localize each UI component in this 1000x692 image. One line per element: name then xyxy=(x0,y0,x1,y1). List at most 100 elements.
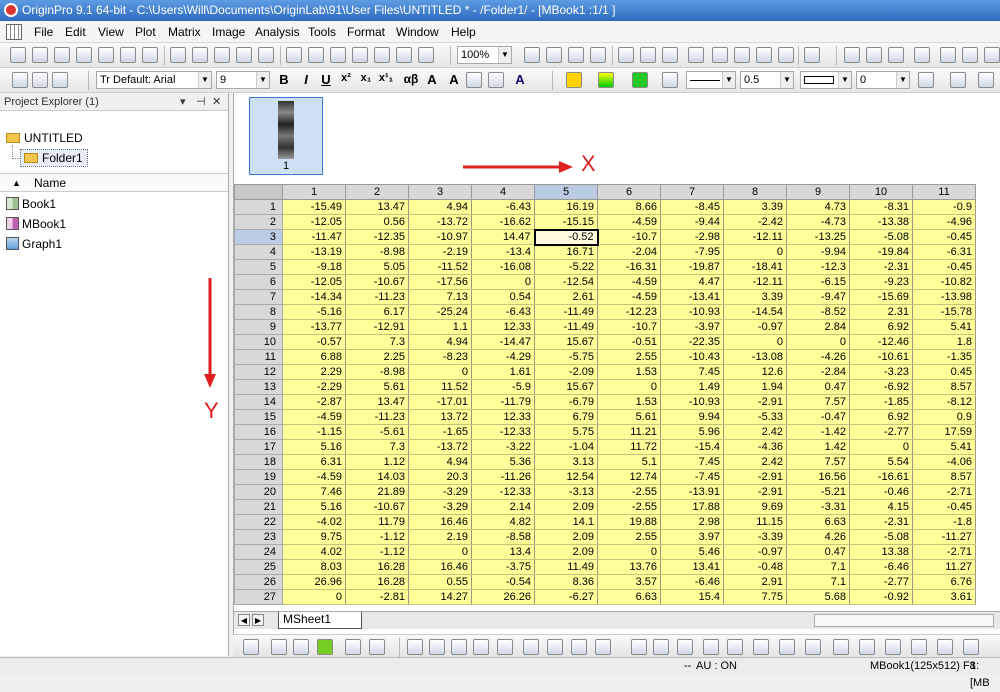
matrix-cell[interactable]: 0 xyxy=(471,274,535,290)
matrix-cell[interactable]: -3.39 xyxy=(723,529,787,545)
import-single-ascii-icon[interactable] xyxy=(286,47,302,63)
paste-icon[interactable] xyxy=(52,72,68,88)
matrix-cell[interactable]: -6.46 xyxy=(849,559,913,575)
matrix-cell[interactable]: -4.02 xyxy=(282,514,346,530)
matrix-cell[interactable]: 3.97 xyxy=(660,529,724,545)
matrix-cell[interactable]: -13.77 xyxy=(282,319,346,335)
matrix-cell[interactable]: -11.23 xyxy=(345,289,409,305)
matrix-cell[interactable]: -6.31 xyxy=(912,244,976,260)
matrix-cell[interactable]: -17.56 xyxy=(408,274,472,290)
menu-matrix[interactable]: Matrix xyxy=(168,25,201,39)
row-header[interactable]: 22 xyxy=(234,514,283,530)
matrix-cell[interactable]: 8.36 xyxy=(534,574,598,590)
menu-window[interactable]: Window xyxy=(396,25,439,39)
matrix-cell[interactable]: 0 xyxy=(849,439,913,455)
matrix-cell[interactable]: -2.09 xyxy=(534,364,598,380)
scatter-plot-icon[interactable] xyxy=(429,639,445,655)
matrix-cell[interactable]: -0.46 xyxy=(849,484,913,500)
matrix-cell[interactable]: -10.97 xyxy=(408,229,472,245)
row-header[interactable]: 20 xyxy=(234,484,283,500)
matrix-cell[interactable]: 2.84 xyxy=(786,319,850,335)
matrix-cell[interactable]: 15.67 xyxy=(534,334,598,350)
matrix-cell[interactable]: -4.36 xyxy=(723,439,787,455)
matrix-cell[interactable]: -2.29 xyxy=(282,379,346,395)
matrix-cell[interactable]: 1.49 xyxy=(660,379,724,395)
matrix-cell[interactable]: -6.15 xyxy=(786,274,850,290)
image-profile-icon[interactable] xyxy=(937,639,953,655)
matrix-cell[interactable]: 16.46 xyxy=(408,559,472,575)
matrix-cell[interactable]: -0.52 xyxy=(533,228,599,246)
matrix-cell[interactable]: 0.45 xyxy=(912,364,976,380)
matrix-cell[interactable]: 11.15 xyxy=(723,514,787,530)
matrix-cell[interactable]: -12.23 xyxy=(597,304,661,320)
matrix-cell[interactable]: -1.85 xyxy=(849,394,913,410)
line-plot-icon[interactable] xyxy=(407,639,423,655)
matrix-cell[interactable]: -2.42 xyxy=(723,214,787,230)
matrix-cell[interactable]: 13.4 xyxy=(471,544,535,560)
digitizer-icon[interactable] xyxy=(418,47,434,63)
border-style-combo[interactable]: ▼ xyxy=(800,71,852,89)
column-header-3[interactable]: 3 xyxy=(408,184,472,200)
matrix-cell[interactable]: 9.94 xyxy=(660,409,724,425)
matrix-cell[interactable]: 4.94 xyxy=(408,454,472,470)
matrix-cell[interactable]: -4.06 xyxy=(912,454,976,470)
matrix-cell[interactable]: 5.16 xyxy=(282,439,346,455)
row-header[interactable]: 23 xyxy=(234,529,283,545)
matrix-cell[interactable]: 2.42 xyxy=(723,424,787,440)
matrix-cell[interactable]: -5.61 xyxy=(345,424,409,440)
xyz-contour-icon[interactable] xyxy=(885,639,901,655)
matrix-cell[interactable]: -11.79 xyxy=(471,394,535,410)
matrix-cell[interactable]: -9.23 xyxy=(849,274,913,290)
matrix-cell[interactable]: 8.66 xyxy=(597,199,661,215)
matrix-cell[interactable]: -0.45 xyxy=(912,259,976,275)
menu-tools[interactable]: Tools xyxy=(308,25,336,39)
matrix-cell[interactable]: 2.09 xyxy=(534,529,598,545)
vector-plot-icon[interactable] xyxy=(911,639,927,655)
matrix-cell[interactable]: 1.94 xyxy=(723,379,787,395)
matrix-cell[interactable]: -6.92 xyxy=(849,379,913,395)
matrix-cell[interactable]: -9.18 xyxy=(282,259,346,275)
matrix-cell[interactable]: 3.39 xyxy=(723,199,787,215)
matrix-cell[interactable]: -0.47 xyxy=(786,409,850,425)
matrix-cell[interactable]: 2.42 xyxy=(723,454,787,470)
matrix-cell[interactable]: -0.54 xyxy=(471,574,535,590)
matrix-cell[interactable]: -13.25 xyxy=(786,229,850,245)
matrix-cell[interactable]: 16.46 xyxy=(408,514,472,530)
matrix-cell[interactable]: -6.43 xyxy=(471,304,535,320)
matrix-cell[interactable]: 1.42 xyxy=(786,439,850,455)
matrix-cell[interactable]: 13.47 xyxy=(345,199,409,215)
matrix-cell[interactable]: -12.54 xyxy=(534,274,598,290)
matrix-cell[interactable]: -8.12 xyxy=(912,394,976,410)
matrix-cell[interactable]: -8.98 xyxy=(345,244,409,260)
matrix-cell[interactable]: 4.82 xyxy=(471,514,535,530)
message-log-icon[interactable] xyxy=(734,47,750,63)
results-log-icon[interactable] xyxy=(618,47,634,63)
matrix-cell[interactable]: 7.3 xyxy=(345,334,409,350)
matrix-cell[interactable]: -1.15 xyxy=(282,424,346,440)
matrix-cell[interactable]: 2.19 xyxy=(408,529,472,545)
matrix-cell[interactable]: 5.41 xyxy=(912,439,976,455)
list-item-graph1[interactable]: Graph1 xyxy=(6,237,62,251)
matrix-cell[interactable]: 4.94 xyxy=(408,334,472,350)
smart-hint-icon[interactable] xyxy=(756,47,772,63)
matrix-cell[interactable]: 12.33 xyxy=(471,409,535,425)
sort-icon[interactable] xyxy=(888,47,904,63)
matrix-cell[interactable]: -1.65 xyxy=(408,424,472,440)
refresh-icon[interactable] xyxy=(546,47,562,63)
matrix-cell[interactable]: 7.3 xyxy=(345,439,409,455)
matrix-cell[interactable]: 12.54 xyxy=(534,469,598,485)
matrix-plot-icon[interactable] xyxy=(369,639,385,655)
matrix-cell[interactable]: -5.22 xyxy=(534,259,598,275)
row-header[interactable]: 18 xyxy=(234,454,283,470)
matrix-cell[interactable]: -4.59 xyxy=(282,409,346,425)
border-icon[interactable] xyxy=(488,72,504,88)
matrix-cell[interactable]: 7.46 xyxy=(282,484,346,500)
column-header-4[interactable]: 4 xyxy=(471,184,535,200)
matrix-cell[interactable]: -19.87 xyxy=(660,259,724,275)
column-header-11[interactable]: 11 xyxy=(912,184,976,200)
matrix-cell[interactable]: 4.73 xyxy=(786,199,850,215)
area-plot-icon[interactable] xyxy=(497,639,513,655)
matrix-cell[interactable]: -6.46 xyxy=(660,574,724,590)
matrix-cell[interactable]: 12.6 xyxy=(723,364,787,380)
new-workbook-icon[interactable] xyxy=(32,47,48,63)
